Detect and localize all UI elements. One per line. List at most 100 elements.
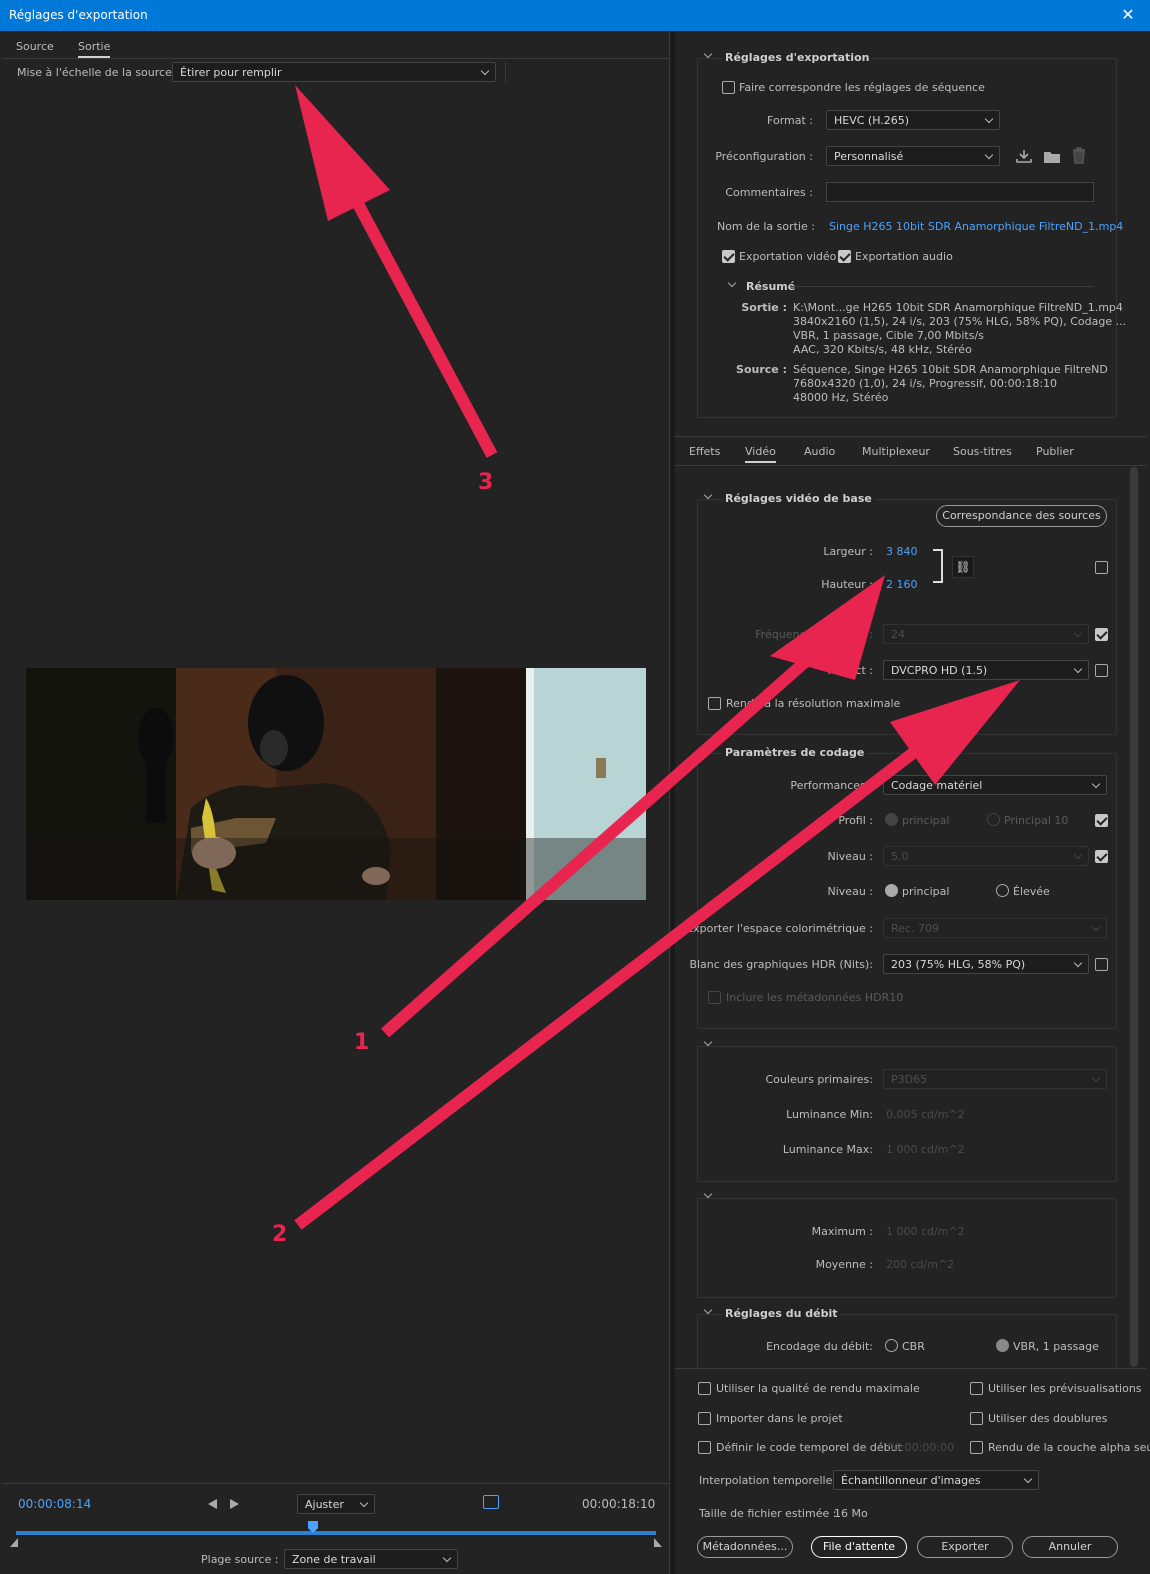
end-timecode: 00:00:18:10 (582, 1497, 656, 1511)
lum-max-value[interactable]: 1 000 cd/m^2 (886, 1143, 965, 1156)
current-timecode[interactable]: 00:00:08:14 (18, 1497, 91, 1511)
annotation-label-3: 3 (478, 470, 494, 495)
tier-high-label: Élevée (1013, 885, 1050, 898)
performance-dropdown[interactable]: Codage matériel (883, 775, 1107, 795)
proxies-checkbox[interactable] (970, 1412, 983, 1425)
hdr-white-dropdown[interactable]: 203 (75% HLG, 58% PQ) (883, 954, 1089, 974)
video-basic-chevron-icon[interactable] (703, 490, 713, 500)
avg-fall-value[interactable]: 200 cd/m^2 (886, 1258, 954, 1271)
cancel-button[interactable]: Annuler (1022, 1536, 1118, 1558)
aspect-dropdown[interactable]: DVCPRO HD (1.5) (883, 660, 1089, 680)
colorspace-dropdown[interactable]: Rec. 709 (883, 918, 1107, 938)
format-dropdown[interactable]: HEVC (H.265) (826, 110, 1000, 130)
timecode-checkbox[interactable] (698, 1441, 711, 1454)
source-range-dropdown[interactable]: Zone de travail (284, 1549, 458, 1569)
lum-min-value[interactable]: 0,005 cd/m^2 (886, 1108, 965, 1121)
tier-label: Niveau : (827, 885, 873, 898)
tier-high-radio[interactable] (996, 884, 1009, 897)
tier-main-radio[interactable] (885, 884, 898, 897)
window-title: Réglages d'exportation (9, 8, 148, 22)
output-name-link[interactable]: Singe H265 10bit SDR Anamorphique Filtre… (829, 220, 1123, 233)
hdr10-metadata-label: Inclure les métadonnées HDR10 (726, 991, 904, 1004)
match-sequence-checkbox[interactable] (722, 81, 735, 94)
source-scaling-dropdown[interactable]: Étirer pour remplir (172, 62, 496, 82)
alpha-only-checkbox[interactable] (970, 1441, 983, 1454)
previews-checkbox[interactable] (970, 1382, 983, 1395)
export-video-checkbox[interactable] (722, 250, 735, 263)
tab-publish[interactable]: Publier (1036, 445, 1074, 458)
max-quality-checkbox[interactable] (698, 1382, 711, 1395)
tab-effects[interactable]: Effets (689, 445, 720, 458)
timecode-value[interactable]: 00:00:00:00 (887, 1441, 954, 1454)
level-label: Niveau : (827, 850, 873, 863)
width-value[interactable]: 3 840 (886, 545, 918, 558)
hdr10-metadata-checkbox[interactable] (708, 991, 721, 1004)
timeline-bar[interactable] (16, 1531, 656, 1535)
out-point-icon[interactable] (654, 1538, 662, 1547)
max-cll-value[interactable]: 1 000 cd/m^2 (886, 1225, 965, 1238)
tab-source[interactable]: Source (16, 40, 54, 53)
import-preset-icon[interactable] (1043, 148, 1061, 164)
encoding-chevron-icon[interactable] (703, 744, 713, 754)
summary-rule (790, 286, 1094, 287)
framerate-override-checkbox[interactable] (1095, 628, 1108, 641)
max-resolution-label: Rendu à la résolution maximale (726, 697, 901, 710)
comments-field[interactable] (826, 182, 1094, 202)
link-icon[interactable]: ⛓ (952, 556, 974, 578)
in-point-icon[interactable] (10, 1538, 18, 1547)
save-preset-icon[interactable] (1015, 148, 1033, 164)
queue-button[interactable]: File d'attente (811, 1536, 907, 1558)
import-project-label: Importer dans le projet (716, 1412, 843, 1425)
collapse-chevron-icon[interactable] (703, 49, 713, 59)
close-icon[interactable]: ✕ (1118, 4, 1138, 26)
avg-fall-label: Moyenne : (815, 1258, 873, 1271)
tab-output[interactable]: Sortie (78, 40, 111, 58)
aspect-override-checkbox[interactable] (1095, 664, 1108, 677)
vbr-radio[interactable] (996, 1339, 1009, 1352)
tab-multiplexer[interactable]: Multiplexeur (862, 445, 930, 458)
mark-in-icon[interactable] (208, 1499, 217, 1509)
format-label: Format : (767, 114, 813, 127)
timecode-label: Définir le code temporel de début (716, 1441, 902, 1454)
annotation-label-1: 1 (354, 1030, 370, 1055)
preset-dropdown[interactable]: Personnalisé (826, 146, 1000, 166)
cbr-radio[interactable] (885, 1339, 898, 1352)
metadata-button[interactable]: Métadonnées... (697, 1536, 793, 1558)
cbr-label: CBR (902, 1340, 925, 1353)
mark-out-icon[interactable] (230, 1499, 239, 1509)
tab-video[interactable]: Vidéo (745, 445, 776, 463)
profile-main-radio[interactable] (885, 813, 898, 826)
export-button[interactable]: Exporter (917, 1536, 1013, 1558)
interpolation-label: Interpolation temporelle : (699, 1474, 840, 1487)
framerate-dropdown[interactable]: 24 (883, 624, 1089, 644)
primaries-dropdown[interactable]: P3D65 (883, 1069, 1107, 1089)
width-label: Largeur : (823, 545, 873, 558)
bitrate-chevron-icon[interactable] (703, 1305, 713, 1315)
delete-preset-icon[interactable] (1072, 147, 1086, 164)
match-source-button[interactable]: Correspondance des sources (936, 505, 1107, 527)
width-override-checkbox[interactable] (1095, 561, 1108, 574)
content-light-chevron-icon[interactable] (703, 1189, 713, 1199)
vbr-label: VBR, 1 passage (1013, 1340, 1099, 1353)
preview-panel: Source Sortie Mise à l'échelle de la sou… (2, 31, 670, 1574)
summary-output-label: Sortie : (741, 301, 787, 314)
height-value[interactable]: 2 160 (886, 578, 918, 591)
tab-captions[interactable]: Sous-titres (953, 445, 1012, 458)
hdr-white-override-checkbox[interactable] (1095, 958, 1108, 971)
mastering-chevron-icon[interactable] (703, 1037, 713, 1047)
level-override-checkbox[interactable] (1095, 850, 1108, 863)
import-project-checkbox[interactable] (698, 1412, 711, 1425)
zoom-fit-dropdown[interactable]: Ajuster (297, 1494, 375, 1514)
interpolation-dropdown[interactable]: Échantillonneur d'images (833, 1470, 1039, 1490)
max-resolution-checkbox[interactable] (708, 697, 721, 710)
proxies-label: Utiliser des doublures (988, 1412, 1108, 1425)
settings-scrollbar[interactable] (1130, 467, 1138, 1367)
level-dropdown[interactable]: 5.0 (883, 846, 1089, 866)
tab-audio[interactable]: Audio (804, 445, 835, 458)
aspect-toggle-icon[interactable] (483, 1495, 499, 1509)
profile-main10-radio[interactable] (987, 813, 1000, 826)
video-basic-header: Réglages vidéo de base (722, 492, 875, 505)
profile-override-checkbox[interactable] (1095, 814, 1108, 827)
tabs-bottom-rule (675, 465, 1146, 466)
export-audio-checkbox[interactable] (838, 250, 851, 263)
